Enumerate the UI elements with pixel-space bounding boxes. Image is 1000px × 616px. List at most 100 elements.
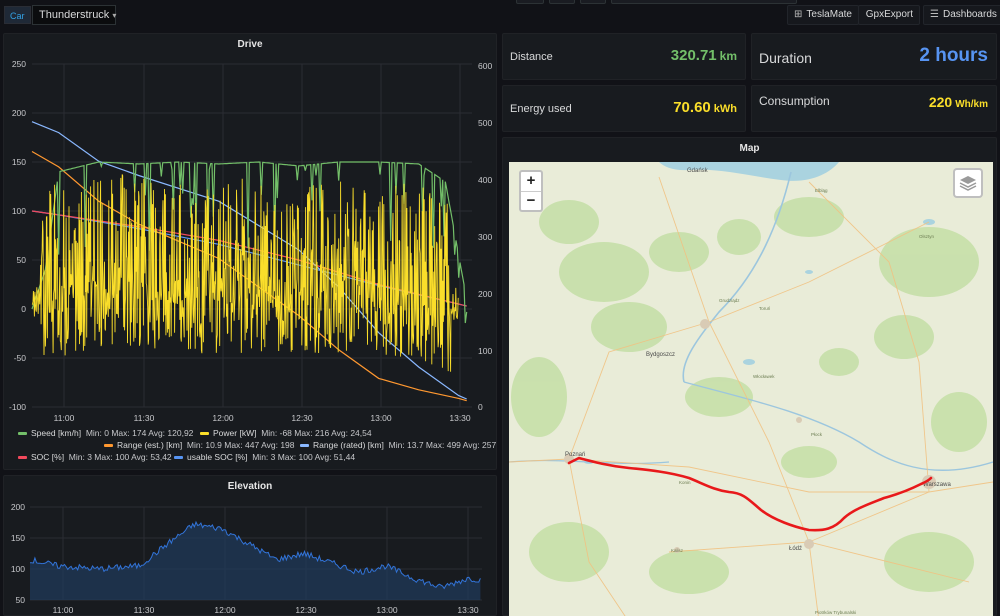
toolbar-button[interactable] [580, 0, 606, 4]
map-city-label: Bydgoszcz [646, 352, 675, 358]
x-tick: 12:00 [214, 605, 236, 615]
consumption-value: 220 Wh/km [929, 94, 988, 110]
distance-unit: km [719, 49, 737, 63]
car-variable-label: Car [4, 6, 31, 24]
toolbar-button[interactable] [516, 0, 544, 4]
map-city-label: Elbląg [815, 188, 828, 193]
map-city-label: Piotrków Trybunalski [815, 610, 856, 615]
legend-item-soc[interactable]: SOC [%] Min: 3 Max: 100 Avg: 53,42 [18, 452, 172, 462]
map-panel: Map Gdańsk Bydgoszcz Poznań Łódź Warszaw… [502, 137, 997, 616]
energy-label: Energy used [510, 103, 572, 115]
y-left-tick: 50 [17, 255, 27, 265]
y-right-tick: 200 [478, 289, 492, 299]
map-city-label: Konin [679, 480, 691, 485]
y-left-tick: 150 [12, 157, 26, 167]
elevation-chart[interactable]: 200 150 100 50 11:00 11:30 12:00 12:30 1… [4, 476, 496, 616]
distance-label: Distance [510, 51, 553, 63]
legend-stats: Min: 3 Max: 100 Avg: 53,42 [68, 452, 172, 462]
x-tick: 11:30 [134, 413, 155, 423]
x-tick: 11:00 [53, 605, 74, 615]
map-city-label: Gdańsk [687, 168, 709, 174]
map-zoom-control: + − [519, 170, 543, 212]
legend-stats: Min: 0 Max: 174 Avg: 120,92 [85, 428, 194, 438]
legend-item-range-rated[interactable]: Range (rated) [km] Min: 13.7 Max: 499 Av… [300, 440, 496, 450]
distance-value: 320.71 km [671, 47, 737, 64]
zoom-in-button[interactable]: + [521, 172, 541, 191]
y-tick: 200 [11, 502, 25, 512]
link-teslamate[interactable]: ⊞ TeslaMate [787, 5, 859, 25]
y-right-tick: 400 [478, 175, 492, 185]
legend-swatch [104, 444, 113, 448]
duration-stat-panel: Duration 2 hours [751, 33, 997, 80]
x-tick: 12:30 [295, 605, 317, 615]
chevron-down-icon: ▾ [112, 11, 117, 20]
map-layers-button[interactable] [953, 168, 983, 198]
map-city-label: Łódź [789, 546, 802, 552]
drive-x-ticks: 11:00 11:30 12:00 12:30 13:00 13:30 [54, 413, 471, 423]
y-right-tick: 0 [478, 402, 483, 412]
energy-unit: kWh [713, 103, 737, 115]
x-tick: 13:00 [376, 605, 398, 615]
consumption-unit: Wh/km [955, 99, 988, 110]
map-view[interactable]: Gdańsk Bydgoszcz Poznań Łódź Warszawa Pł… [509, 162, 993, 616]
map-city-label: Grudziądz [719, 298, 740, 303]
elevation-x-ticks: 11:00 11:30 12:00 12:30 13:00 13:30 [53, 605, 479, 615]
y-tick: 100 [11, 564, 25, 574]
x-tick: 12:30 [291, 413, 313, 423]
x-tick: 11:30 [134, 605, 155, 615]
y-tick: 50 [16, 595, 26, 605]
link-dashboards[interactable]: ☰ Dashboards [923, 5, 1000, 25]
link-dashboards-label: Dashboards [942, 9, 997, 20]
legend-item-speed[interactable]: Speed [km/h] Min: 0 Max: 174 Avg: 120,92 [18, 428, 193, 438]
elevation-panel: Elevation 200 150 100 50 11:00 11:30 12:… [3, 475, 497, 616]
time-picker[interactable] [611, 0, 797, 4]
toolbar-button[interactable] [549, 0, 575, 4]
car-select-value: Thunderstruck [39, 9, 110, 21]
elevation-y-ticks: 200 150 100 50 [11, 502, 25, 605]
legend-stats: Min: -68 Max: 216 Avg: 24,54 [261, 428, 372, 438]
distance-stat-panel: Distance 320.71 km [502, 33, 746, 80]
car-select[interactable]: Thunderstruck ▾ [32, 5, 116, 25]
legend-name: Range (est.) [km] [117, 440, 183, 450]
map-city-label: Warszawa [923, 482, 951, 488]
series-line-power-kw [31, 174, 459, 372]
menu-icon: ☰ [930, 9, 939, 20]
energy-number: 70.60 [673, 99, 711, 116]
map-canvas[interactable]: Gdańsk Bydgoszcz Poznań Łódź Warszawa Pł… [509, 162, 993, 616]
legend-item-usable-soc[interactable]: usable SOC [%] Min: 3 Max: 100 Avg: 51,4… [174, 452, 355, 462]
link-teslamate-label: TeslaMate [806, 9, 852, 20]
legend-swatch [174, 456, 183, 460]
x-tick: 11:00 [54, 413, 75, 423]
drive-series [31, 121, 468, 402]
legend-item-range-est[interactable]: Range (est.) [km] Min: 10.9 Max: 447 Avg… [104, 440, 295, 450]
elevation-series [30, 520, 481, 600]
duration-value: 2 hours [919, 45, 988, 66]
consumption-number: 220 [928, 94, 953, 110]
map-city-label: Poznań [565, 452, 585, 458]
legend-name: Power [kW] [213, 428, 257, 438]
y-tick: 150 [11, 533, 25, 543]
consumption-stat-panel: Consumption 220 Wh/km [751, 85, 997, 132]
layers-icon [959, 176, 977, 191]
x-tick: 13:00 [370, 413, 392, 423]
link-gpxexport[interactable]: GpxExport [858, 5, 920, 25]
legend-name: Range (rated) [km] [313, 440, 384, 450]
legend-swatch [300, 444, 309, 448]
y-right-tick: 300 [478, 232, 492, 242]
x-tick: 12:00 [212, 413, 234, 423]
drive-chart[interactable]: 250 200 150 100 50 0 -50 -100 600 500 40… [4, 34, 496, 426]
y-right-tick: 100 [478, 346, 492, 356]
y-left-tick: -50 [14, 353, 27, 363]
legend-item-power[interactable]: Power [kW] Min: -68 Max: 216 Avg: 24,54 [200, 428, 372, 438]
apps-icon: ⊞ [794, 9, 803, 20]
y-left-tick: -100 [9, 402, 26, 412]
elevation-area [30, 522, 481, 600]
link-gpxexport-label: GpxExport [865, 9, 913, 20]
y-left-tick: 200 [12, 108, 26, 118]
map-city-label: Płock [811, 432, 823, 437]
x-tick: 13:30 [449, 413, 471, 423]
map-city-label: Olsztyn [919, 234, 935, 239]
legend-name: Speed [km/h] [31, 428, 82, 438]
zoom-out-button[interactable]: − [521, 191, 541, 210]
top-bar: Car Thunderstruck ▾ ⊞ TeslaMate GpxExport … [0, 0, 1000, 30]
